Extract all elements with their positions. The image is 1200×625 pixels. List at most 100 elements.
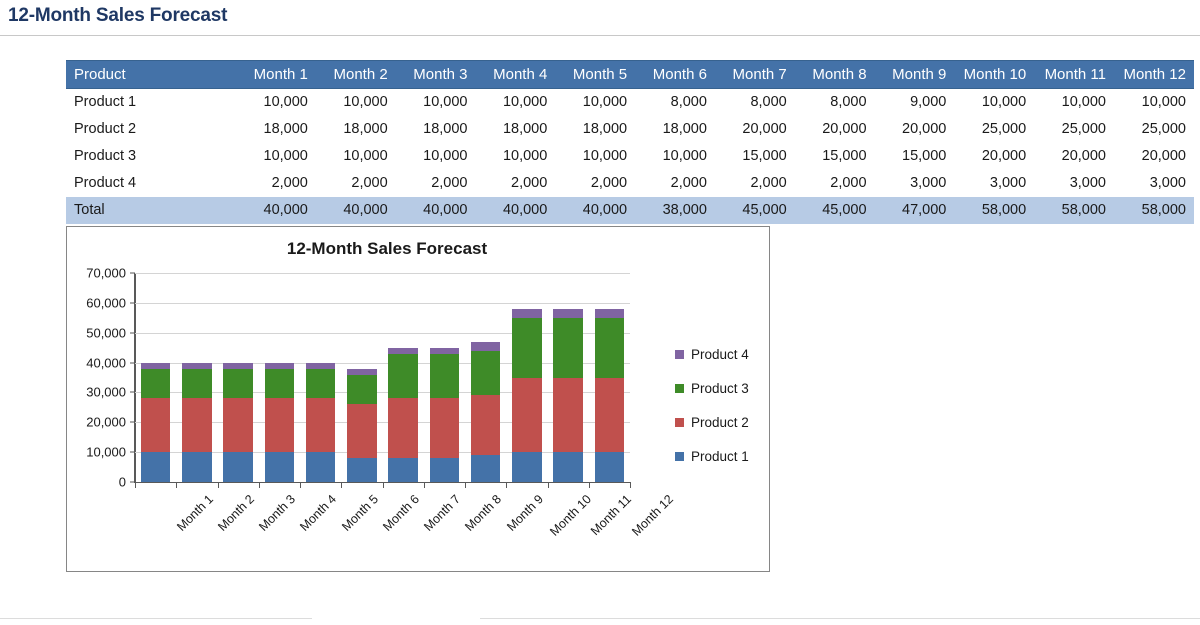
chart-bar-segment[interactable]: [347, 374, 377, 405]
chart-bar-segment[interactable]: [594, 317, 625, 378]
category-axis-tick-mark: [217, 482, 219, 488]
table-cell-value: 10,000: [1034, 88, 1114, 116]
chart-bar-segment[interactable]: [347, 458, 377, 482]
table-cell-value: 20,000: [1034, 143, 1114, 170]
value-axis-tick-mark: [130, 272, 135, 274]
legend-item[interactable]: Product 4: [675, 347, 749, 362]
chart-bar-segment[interactable]: [264, 452, 295, 482]
chart-bar-segment[interactable]: [594, 377, 625, 453]
table-row: Product 4 2,000 2,000 2,000 2,000 2,000 2,000 2…: [66, 170, 1194, 197]
category-axis-tick-mark: [506, 482, 508, 488]
table-cell-value: 18,000: [475, 116, 556, 143]
chart-bar[interactable]: [553, 308, 583, 482]
chart-bar-segment[interactable]: [429, 398, 460, 459]
legend-item[interactable]: Product 3: [675, 381, 749, 396]
chart-bar-segment[interactable]: [553, 377, 583, 453]
category-axis-tick-mark: [300, 482, 301, 488]
chart-bar-segment[interactable]: [140, 368, 171, 399]
chart-bar[interactable]: [470, 341, 501, 482]
table-cell-value: 40,000: [555, 197, 636, 224]
chart-bar-segment[interactable]: [223, 398, 253, 453]
legend-swatch-icon: [675, 350, 684, 359]
chart-bar-segment[interactable]: [429, 458, 460, 482]
chart-bar-segment[interactable]: [182, 368, 212, 399]
category-axis-tick-label: Month 9: [503, 492, 546, 534]
table-cell-value: 18,000: [395, 116, 476, 143]
value-axis-tick-mark: [130, 332, 135, 334]
chart-bar[interactable]: [305, 362, 336, 482]
title-divider: [0, 35, 1200, 36]
table-cell-value: 10,000: [954, 88, 1035, 116]
chart-bar-segment[interactable]: [429, 353, 460, 399]
table-cell-value: 3,000: [874, 170, 955, 197]
chart-bar-segment[interactable]: [470, 395, 501, 456]
category-axis-tick-label: Month 8: [462, 492, 505, 534]
value-axis-tick-mark: [130, 362, 135, 364]
chart-bar-segment[interactable]: [305, 368, 336, 399]
chart-bar-segment[interactable]: [553, 308, 583, 318]
legend-item-label: Product 4: [691, 347, 749, 362]
table-cell-value: 10,000: [395, 143, 476, 170]
chart-bar-segment[interactable]: [512, 377, 542, 453]
chart-bar-segment[interactable]: [347, 404, 377, 459]
chart-bar[interactable]: [264, 362, 295, 482]
table-header-month: Month 12: [1114, 60, 1194, 89]
chart-bar[interactable]: [223, 362, 253, 482]
table-cell-value: 2,000: [555, 170, 636, 197]
chart-bar-segment[interactable]: [512, 308, 542, 318]
value-axis-tick-mark: [130, 421, 135, 423]
chart-bar[interactable]: [512, 308, 542, 482]
chart-bar-segment[interactable]: [388, 353, 418, 399]
chart-bar-segment[interactable]: [305, 398, 336, 453]
chart-bar-segment[interactable]: [388, 398, 418, 459]
chart-bar-segment[interactable]: [223, 452, 253, 482]
chart-bar-segment[interactable]: [470, 350, 501, 396]
table-cell-value: 25,000: [1034, 116, 1114, 143]
chart-bar-segment[interactable]: [223, 368, 253, 399]
legend-swatch-icon: [675, 452, 684, 461]
chart-bar[interactable]: [594, 308, 625, 482]
table-cell-value: 10,000: [475, 88, 556, 116]
table-header-month: Month 6: [635, 60, 715, 89]
table-cell-value: 40,000: [315, 197, 396, 224]
chart-bar-segment[interactable]: [140, 452, 171, 482]
chart-bar[interactable]: [347, 368, 377, 482]
chart-bar-segment[interactable]: [594, 308, 625, 318]
table-cell-value: 10,000: [555, 88, 636, 116]
chart-bar-segment[interactable]: [388, 458, 418, 482]
chart-bar[interactable]: [429, 347, 460, 482]
category-axis-tick-label: Month 6: [380, 492, 422, 534]
chart-plot-area: 0 10,000 20,000 30,000 40,000 50,000 60,000 70,…: [86, 266, 676, 539]
chart-bar-segment[interactable]: [182, 398, 212, 453]
chart-bar-segment[interactable]: [264, 368, 295, 399]
category-axis-tick-mark: [588, 482, 590, 488]
table-header-product: Product: [66, 60, 237, 89]
chart-bar-segment[interactable]: [553, 452, 583, 482]
table-cell-value: 2,000: [635, 170, 715, 197]
chart-bar[interactable]: [140, 362, 171, 482]
chart-bar-segment[interactable]: [264, 398, 295, 453]
table-cell-value: 2,000: [395, 170, 476, 197]
chart-bar-segment[interactable]: [140, 398, 171, 453]
chart-bar-segment[interactable]: [182, 452, 212, 482]
value-axis-tick-label: 30,000: [86, 384, 126, 400]
legend-item[interactable]: Product 1: [675, 449, 749, 464]
bottom-divider-right: [480, 618, 1200, 619]
table-cell-value: 2,000: [236, 170, 316, 197]
legend-item[interactable]: Product 2: [675, 415, 749, 430]
chart-bar-segment[interactable]: [305, 452, 336, 482]
chart-bar-segment[interactable]: [512, 317, 542, 378]
chart-bar-segment[interactable]: [553, 317, 583, 378]
sales-forecast-chart[interactable]: 12-Month Sales Forecast 0 10,000 20,000 30,…: [66, 226, 770, 572]
category-axis-tick-label: Month 11: [588, 492, 635, 539]
category-axis-tick-mark: [382, 482, 384, 488]
chart-bar[interactable]: [388, 347, 418, 482]
chart-bar[interactable]: [182, 362, 212, 482]
chart-bar-segment[interactable]: [512, 452, 542, 482]
table-header-month: Month 5: [555, 60, 636, 89]
category-axis-tick-mark: [135, 482, 136, 488]
chart-bar-segment[interactable]: [470, 341, 501, 351]
table-cell-value: 8,000: [714, 88, 795, 116]
chart-bar-segment[interactable]: [594, 452, 625, 482]
chart-bar-segment[interactable]: [470, 455, 501, 482]
